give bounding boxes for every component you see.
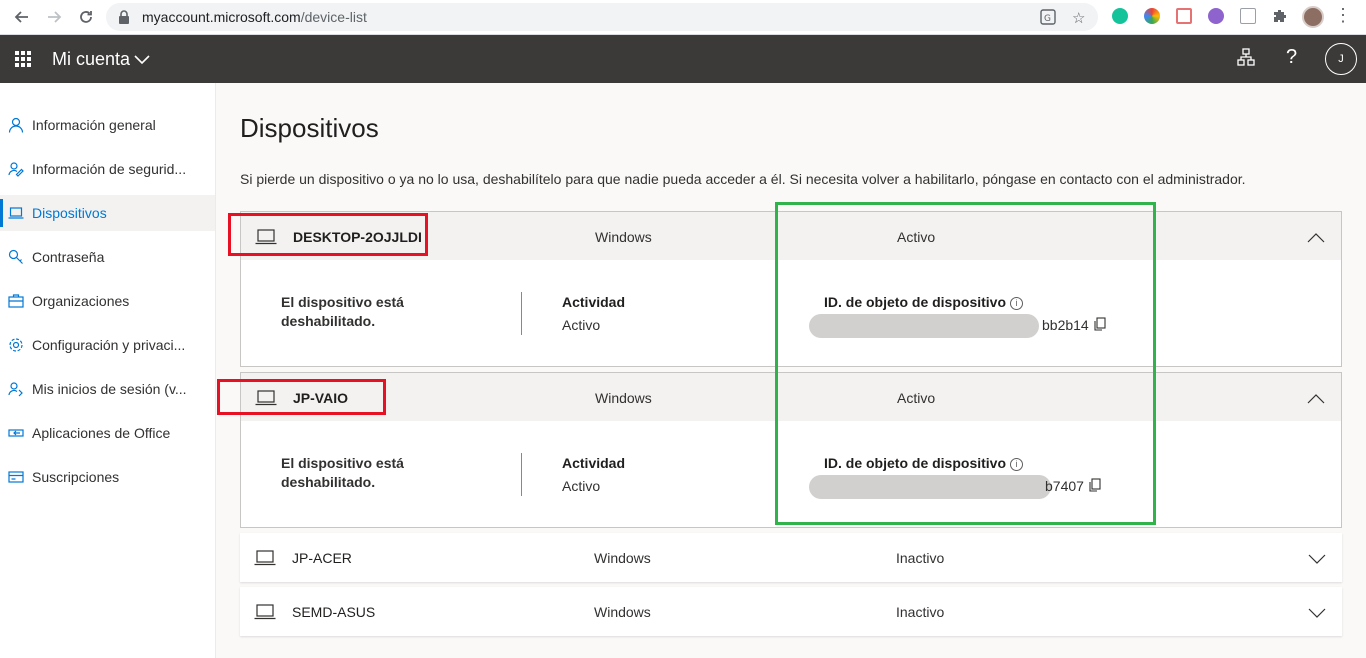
sidebar-item-label: Información de segurid... [32, 161, 187, 177]
sidebar-item-label: Información general [32, 117, 156, 133]
app-header: Mi cuenta ? J [0, 35, 1366, 83]
forward-icon[interactable] [44, 7, 64, 27]
star-icon[interactable]: ☆ [1072, 9, 1085, 27]
url-text: myaccount.microsoft.com/device-list [142, 9, 367, 25]
sidebar-item-subscriptions[interactable]: Suscripciones [0, 459, 215, 495]
sidebar-item-password[interactable]: Contraseña [0, 239, 215, 275]
disabled-state-text: El dispositivo está deshabilitado. [281, 455, 404, 490]
svg-text:G: G [1044, 14, 1051, 24]
laptop-icon [8, 205, 24, 221]
sidebar-item-office-apps[interactable]: Aplicaciones de Office [0, 415, 215, 451]
activity-label: Actividad [562, 455, 626, 471]
sidebar-item-label: Contraseña [32, 249, 105, 265]
device-os: Windows [595, 229, 652, 245]
browser-toolbar: myaccount.microsoft.com/device-list G ☆ … [0, 0, 1366, 35]
device-os: Windows [595, 390, 652, 406]
device-card[interactable]: SEMD-ASUS Windows Inactivo [240, 587, 1342, 636]
reload-icon[interactable] [76, 7, 96, 27]
sidebar-item-overview[interactable]: Información general [0, 107, 215, 143]
subscriptions-icon [8, 469, 24, 485]
sidebar-item-settings-privacy[interactable]: Configuración y privaci... [0, 327, 215, 363]
lock-icon [118, 10, 130, 29]
sidebar-item-label: Configuración y privaci... [32, 337, 186, 353]
laptop-icon [254, 604, 276, 625]
device-status: Inactivo [896, 550, 945, 566]
annotation-highlight-red [217, 379, 386, 415]
page-title: Dispositivos [240, 113, 379, 143]
device-status: Inactivo [896, 604, 945, 620]
briefcase-icon [8, 293, 24, 309]
device-card-header[interactable]: JP-ACER Windows Inactivo [240, 533, 1342, 581]
activity-value: Activo [562, 317, 601, 333]
browser-menu-icon[interactable]: ⋮ [1334, 5, 1352, 26]
device-name: JP-ACER [292, 550, 352, 566]
app-launcher-icon[interactable] [15, 51, 31, 67]
document-extension-icon[interactable] [1240, 8, 1256, 24]
back-icon[interactable] [12, 7, 32, 27]
sidebar-item-label: Mis inicios de sesión (v... [32, 381, 187, 397]
sidebar-item-devices[interactable]: Dispositivos [0, 195, 215, 231]
color-picker-extension-icon[interactable] [1144, 8, 1160, 24]
translate-icon[interactable]: G [1040, 9, 1056, 29]
sidebar-item-label: Aplicaciones de Office [32, 425, 171, 441]
device-name: SEMD-ASUS [292, 604, 376, 620]
device-card-header[interactable]: SEMD-ASUS Windows Inactivo [240, 587, 1342, 635]
mail-extension-icon[interactable] [1208, 8, 1224, 24]
security-info-icon [8, 161, 24, 177]
person-icon [8, 117, 24, 133]
office-apps-icon [8, 425, 24, 441]
address-bar[interactable]: myaccount.microsoft.com/device-list G ☆ [106, 3, 1098, 31]
chevron-down-icon[interactable] [1308, 605, 1326, 623]
sign-in-icon [8, 381, 24, 397]
device-card[interactable]: JP-ACER Windows Inactivo [240, 533, 1342, 582]
sidebar-item-label: Suscripciones [32, 469, 120, 485]
browser-profile-avatar[interactable] [1302, 6, 1324, 28]
org-chart-icon[interactable] [1237, 48, 1255, 71]
sidebar-item-my-sign-ins[interactable]: Mis inicios de sesión (v... [0, 371, 215, 407]
sidebar: Información general Información de segur… [0, 83, 216, 658]
grammarly-extension-icon[interactable] [1112, 8, 1128, 24]
annotation-highlight-red [228, 213, 428, 256]
extensions-icon[interactable] [1272, 8, 1288, 24]
sidebar-item-security-info[interactable]: Información de segurid... [0, 151, 215, 187]
page-description: Si pierde un dispositivo o ya no lo usa,… [240, 171, 1246, 187]
device-os: Windows [594, 550, 651, 566]
chevron-up-icon[interactable] [1307, 230, 1325, 248]
activity-value: Activo [562, 478, 601, 494]
divider [521, 453, 522, 496]
sidebar-item-organizations[interactable]: Organizaciones [0, 283, 215, 319]
cast-extension-icon[interactable] [1176, 8, 1192, 24]
sidebar-item-label: Dispositivos [32, 205, 107, 221]
chevron-down-icon[interactable] [1308, 551, 1326, 569]
key-icon [8, 249, 24, 265]
disabled-state-text: El dispositivo está deshabilitado. [281, 294, 404, 329]
activity-label: Actividad [562, 294, 626, 310]
annotation-highlight-green [775, 202, 1156, 525]
device-os: Windows [594, 604, 651, 620]
chevron-down-icon[interactable] [134, 52, 150, 70]
account-avatar[interactable]: J [1325, 43, 1357, 75]
gear-icon [8, 337, 24, 353]
app-title[interactable]: Mi cuenta [52, 49, 130, 70]
help-icon[interactable]: ? [1286, 46, 1297, 69]
chevron-up-icon[interactable] [1307, 391, 1325, 409]
divider [521, 292, 522, 335]
sidebar-item-label: Organizaciones [32, 293, 130, 309]
laptop-icon [254, 550, 276, 571]
